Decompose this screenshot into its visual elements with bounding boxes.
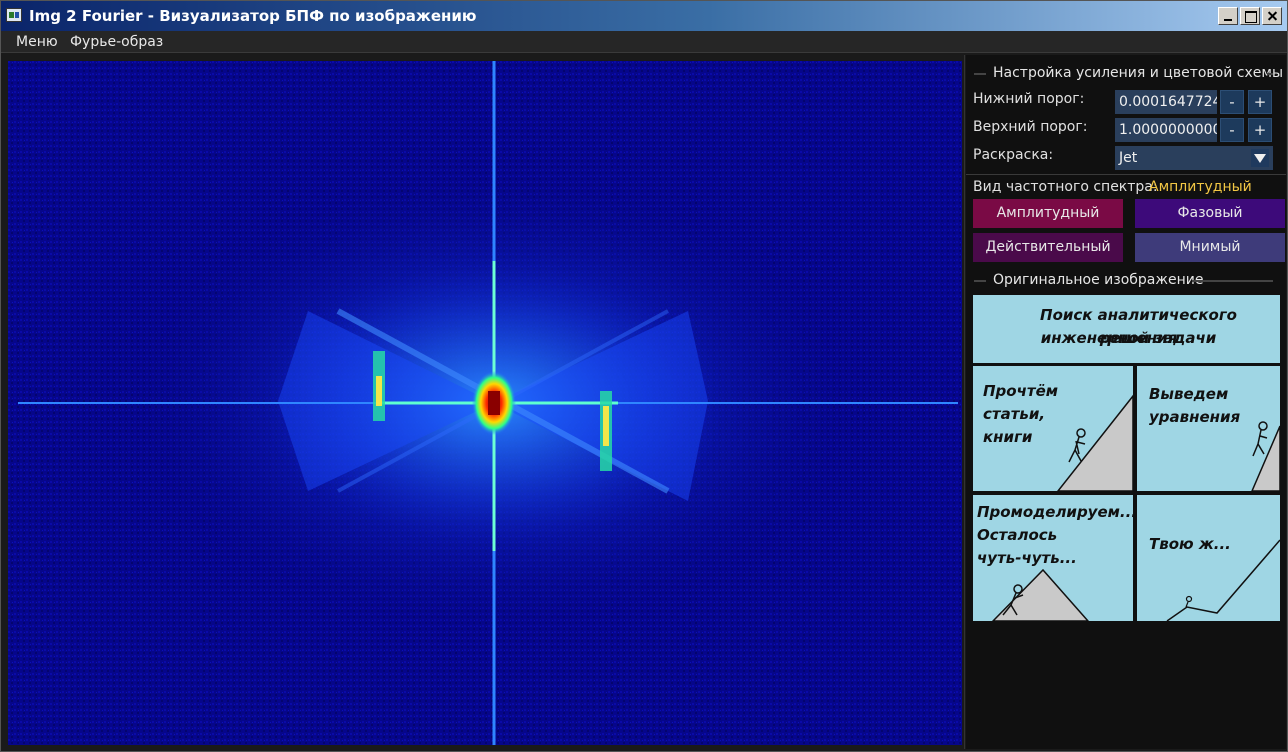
imaginary-button[interactable]: Мнимый — [1135, 233, 1285, 262]
colormap-label: Раскраска: — [973, 147, 1054, 163]
comic-panel-2-text-3: книги — [983, 428, 1033, 446]
fourier-spectrum-view[interactable] — [8, 61, 962, 745]
original-image-group-title: Оригинальное изображение — [993, 272, 1204, 288]
comic-panel-4-text-2: Осталось — [977, 526, 1058, 544]
settings-panel: Настройка усиления и цветовой схемы Нижн… — [966, 55, 1286, 749]
comic-panel-4-text-3: чуть-чуть... — [977, 549, 1077, 567]
lower-threshold-plus-button[interactable]: + — [1248, 90, 1272, 114]
group-line — [974, 73, 986, 75]
minimize-button[interactable] — [1218, 7, 1238, 25]
upper-threshold-label: Верхний порог: — [973, 119, 1088, 135]
phase-button[interactable]: Фазовый — [1135, 199, 1285, 228]
comic-panel-3-text-2: уравнения — [1149, 408, 1241, 426]
upper-threshold-minus-button[interactable]: - — [1220, 118, 1244, 142]
upper-threshold-input[interactable]: 1.0000000000 — [1115, 118, 1217, 142]
maximize-button[interactable] — [1240, 7, 1260, 25]
comic-panel-3: Выведем уравнения — [1137, 366, 1280, 491]
comic-panel-3-text-1: Выведем — [1149, 385, 1229, 403]
app-window: Img 2 Fourier - Визуализатор БПФ по изоб… — [0, 0, 1288, 752]
colormap-value: Jet — [1119, 150, 1138, 166]
panel-divider[interactable] — [964, 55, 965, 749]
group-line — [974, 280, 986, 282]
slope-drawing — [1166, 539, 1280, 621]
spectrum-image — [8, 61, 962, 745]
gain-group-title: Настройка усиления и цветовой схемы — [993, 65, 1284, 81]
comic-panel-1-text-2: инженерной задачи — [1040, 329, 1217, 347]
spectrum-view-current: Амплитудный — [1149, 179, 1252, 195]
colormap-select[interactable]: Jet — [1115, 146, 1273, 170]
comic-panel-5-text-1: Твою ж... — [1149, 535, 1231, 553]
comic-panel-2-text-2: статьи, — [983, 405, 1046, 423]
comic-panel-4-text-1: Промоделируем... — [977, 503, 1133, 521]
window-title: Img 2 Fourier - Визуализатор БПФ по изоб… — [29, 7, 477, 25]
comic-panel-4: Промоделируем... Осталось чуть-чуть... — [973, 495, 1133, 621]
comic-panel-2-text-1: Прочтём — [983, 382, 1059, 400]
separator — [966, 174, 1286, 175]
spectrum-view-label: Вид частотного спектра: — [973, 179, 1158, 195]
upper-threshold-plus-button[interactable]: + — [1248, 118, 1272, 142]
group-line — [1192, 280, 1273, 282]
original-image: Поиск аналитического решения инженерной … — [973, 295, 1280, 621]
menu-item-menu[interactable]: Меню — [16, 34, 58, 50]
menu-item-fourier[interactable]: Фурье-образ — [70, 34, 163, 50]
title-bar[interactable]: Img 2 Fourier - Визуализатор БПФ по изоб… — [1, 1, 1287, 31]
comic-panel-2: Прочтём статьи, книги — [973, 366, 1133, 491]
real-button[interactable]: Действительный — [973, 233, 1123, 262]
close-button[interactable] — [1262, 7, 1282, 25]
lower-threshold-label: Нижний порог: — [973, 91, 1085, 107]
amplitude-button[interactable]: Амплитудный — [973, 199, 1123, 228]
comic-panel-5: Твою ж... — [1137, 495, 1280, 621]
menu-bar: Меню Фурье-образ — [1, 31, 1287, 53]
group-line — [1267, 73, 1273, 75]
app-icon — [6, 8, 22, 22]
lower-threshold-minus-button[interactable]: - — [1220, 90, 1244, 114]
chevron-down-icon[interactable] — [1251, 149, 1269, 167]
lower-threshold-input[interactable]: 0.0001647724 — [1115, 90, 1217, 114]
comic-panel-1: Поиск аналитического решения инженерной … — [973, 295, 1280, 363]
